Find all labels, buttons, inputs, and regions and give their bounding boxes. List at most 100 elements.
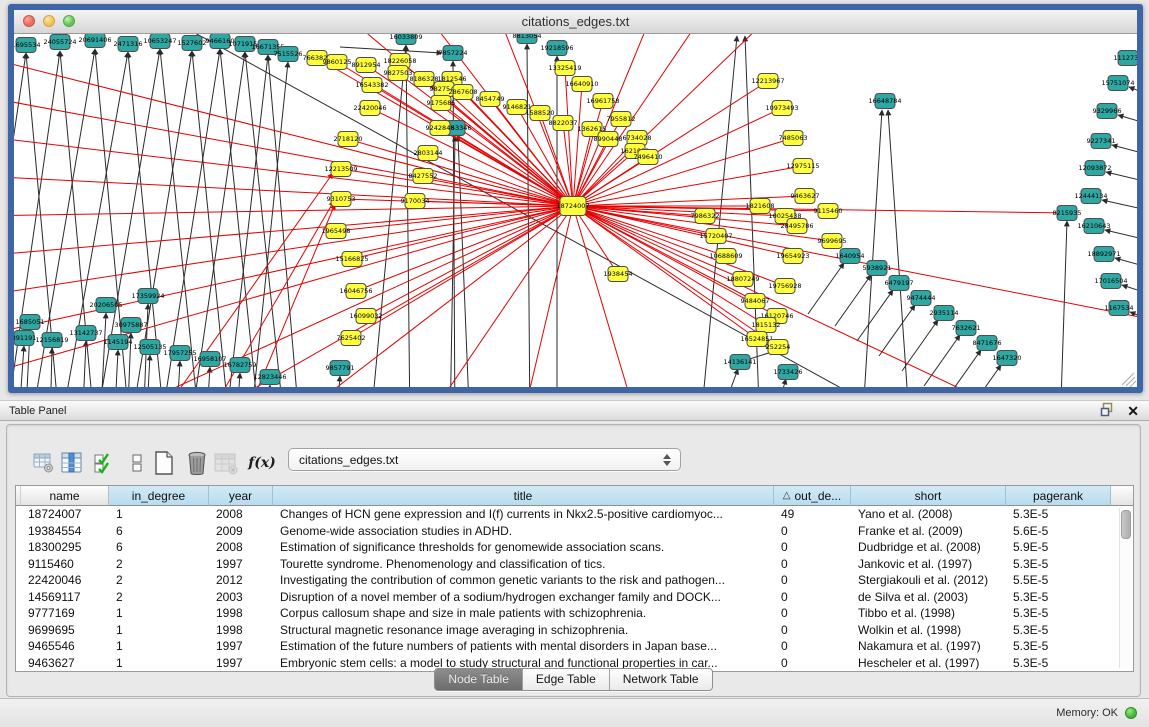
graph-node[interactable]: 8215935 bbox=[1053, 206, 1082, 221]
cell-in_degree[interactable]: 2 bbox=[108, 556, 208, 573]
graph-node[interactable]: 7485063 bbox=[779, 131, 808, 146]
graph-node[interactable]: 16640910 bbox=[565, 77, 598, 92]
graph-node[interactable]: 7632621 bbox=[952, 321, 981, 336]
graph-node[interactable]: 15166825 bbox=[335, 252, 368, 267]
cell-title[interactable]: Corpus callosum shape and size in male p… bbox=[272, 605, 773, 622]
function-builder-icon[interactable]: f(x) bbox=[249, 450, 275, 476]
cell-out_de[interactable]: 0 bbox=[773, 622, 850, 639]
graph-node[interactable]: 1647320 bbox=[993, 351, 1022, 366]
cell-short[interactable]: Nakamura et al. (1997) bbox=[850, 638, 1005, 655]
cell-name[interactable]: 19384554 bbox=[20, 523, 108, 540]
graph-node[interactable]: 8912954 bbox=[352, 58, 381, 73]
graph-node[interactable]: 12093872 bbox=[1078, 161, 1111, 176]
table-row[interactable]: 2242004622012Investigating the contribut… bbox=[16, 572, 1133, 589]
graph-node[interactable]: 7986322 bbox=[691, 209, 720, 224]
table-row[interactable]: 911546021997Tourette syndrome. Phenomeno… bbox=[16, 556, 1133, 573]
cell-out_de[interactable]: 0 bbox=[773, 572, 850, 589]
cell-year[interactable]: 2008 bbox=[208, 539, 272, 556]
graph-node[interactable]: 9170034 bbox=[401, 194, 430, 209]
cell-year[interactable]: 2003 bbox=[208, 589, 272, 606]
cell-year[interactable]: 2012 bbox=[208, 572, 272, 589]
zoom-window-button[interactable] bbox=[63, 15, 75, 27]
cell-out_de[interactable]: 0 bbox=[773, 556, 850, 573]
graph-node[interactable]: 20691406 bbox=[78, 34, 111, 48]
table-row[interactable]: 1456911722003Disruption of a novel membe… bbox=[16, 589, 1133, 606]
graph-node[interactable]: 18892971 bbox=[1087, 247, 1120, 262]
graph-node[interactable]: 9463627 bbox=[791, 189, 820, 204]
graph-node[interactable]: 1733426 bbox=[774, 365, 803, 380]
graph-node[interactable]: 12823446 bbox=[253, 370, 286, 385]
graph-node[interactable]: 8990448 bbox=[594, 132, 623, 147]
network-graph[interactable]: 1695534240557242069140624713161065324715… bbox=[14, 34, 1137, 387]
cell-year[interactable]: 1997 bbox=[208, 638, 272, 655]
graph-node[interactable]: 1527602 bbox=[178, 36, 207, 51]
column-header-pagerank[interactable]: pagerank bbox=[1006, 486, 1111, 506]
citation-nodes[interactable]: 1695534240557242069140624713161065324715… bbox=[14, 34, 1137, 385]
graph-node[interactable]: 2935114 bbox=[930, 306, 959, 321]
graph-node[interactable]: 13142737 bbox=[69, 326, 102, 341]
graph-node[interactable]: 9484067 bbox=[741, 294, 770, 309]
minimize-window-button[interactable] bbox=[43, 15, 55, 27]
graph-node[interactable]: 16046756 bbox=[339, 284, 372, 299]
cell-in_degree[interactable]: 2 bbox=[108, 572, 208, 589]
graph-node[interactable]: 14136141 bbox=[723, 355, 756, 370]
cell-short[interactable]: Jankovic et al. (1997) bbox=[850, 556, 1005, 573]
graph-node[interactable]: 12213509 bbox=[324, 162, 357, 177]
cell-out_de[interactable]: 0 bbox=[773, 523, 850, 540]
cell-year[interactable]: 1998 bbox=[208, 622, 272, 639]
graph-node[interactable]: 7955812 bbox=[607, 112, 636, 127]
graph-node[interactable]: 8813054 bbox=[513, 34, 542, 44]
cell-name[interactable]: 22420046 bbox=[20, 572, 108, 589]
table-options-icon[interactable] bbox=[31, 450, 57, 476]
graph-node[interactable]: 9699695 bbox=[818, 234, 847, 249]
cell-title[interactable]: Disruption of a novel member of a sodium… bbox=[272, 589, 773, 606]
cell-title[interactable]: Estimation of significance thresholds fo… bbox=[272, 539, 773, 556]
graph-node[interactable]: 16782759 bbox=[223, 358, 256, 373]
cell-in_degree[interactable]: 6 bbox=[108, 539, 208, 556]
cell-pagerank[interactable]: 5.9E-5 bbox=[1005, 539, 1110, 556]
graph-node[interactable]: 6479197 bbox=[885, 276, 914, 291]
cell-title[interactable]: Investigating the contribution of common… bbox=[272, 572, 773, 589]
graph-node[interactable]: 24055724 bbox=[43, 35, 76, 50]
graph-node[interactable]: 252254 bbox=[766, 340, 791, 355]
column-header-short[interactable]: short bbox=[851, 486, 1006, 506]
graph-node[interactable]: 18724007 bbox=[556, 197, 589, 216]
graph-node[interactable]: 7625402 bbox=[337, 331, 366, 346]
show-columns-icon[interactable] bbox=[59, 450, 85, 476]
graph-node[interactable]: 19218596 bbox=[540, 41, 573, 56]
cell-pagerank[interactable]: 5.5E-5 bbox=[1005, 572, 1110, 589]
cell-short[interactable]: Yano et al. (2008) bbox=[850, 506, 1005, 523]
graph-node[interactable]: 16099032 bbox=[349, 309, 382, 324]
graph-node[interactable]: 2471316 bbox=[114, 37, 143, 52]
cell-year[interactable]: 1998 bbox=[208, 605, 272, 622]
cell-title[interactable]: Changes of HCN gene expression and I(f) … bbox=[272, 506, 773, 523]
graph-node[interactable]: 7857224 bbox=[439, 46, 468, 61]
cell-in_degree[interactable]: 1 bbox=[108, 622, 208, 639]
graph-node[interactable]: 9329966 bbox=[1093, 104, 1122, 119]
graph-node[interactable]: 9115460 bbox=[814, 204, 843, 219]
graph-node[interactable]: 1145194 bbox=[104, 335, 133, 350]
cell-pagerank[interactable]: 5.3E-5 bbox=[1005, 638, 1110, 655]
close-window-button[interactable] bbox=[23, 15, 35, 27]
graph-node[interactable]: 1640954 bbox=[836, 249, 865, 264]
table-row[interactable]: 1872400712008Changes of HCN gene express… bbox=[16, 506, 1133, 523]
cell-in_degree[interactable]: 1 bbox=[108, 638, 208, 655]
cell-in_degree[interactable]: 1 bbox=[108, 605, 208, 622]
graph-node[interactable]: 9857791 bbox=[326, 361, 355, 376]
graph-node[interactable]: 9227341 bbox=[1087, 134, 1116, 149]
float-panel-icon[interactable] bbox=[1100, 402, 1115, 422]
graph-node[interactable]: 2867608 bbox=[449, 85, 478, 100]
table-selector-dropdown[interactable]: citations_edges.txt bbox=[288, 448, 681, 471]
graph-node[interactable]: 5938921 bbox=[863, 261, 892, 276]
graph-node[interactable]: 9860125 bbox=[323, 55, 352, 70]
graph-node[interactable]: 1685051 bbox=[16, 315, 45, 330]
cell-short[interactable]: de Silva et al. (2003) bbox=[850, 589, 1005, 606]
graph-node[interactable]: 10653247 bbox=[143, 34, 176, 49]
cell-in_degree[interactable]: 6 bbox=[108, 523, 208, 540]
cell-pagerank[interactable]: 5.3E-5 bbox=[1005, 589, 1110, 606]
cell-year[interactable]: 2008 bbox=[208, 506, 272, 523]
cell-name[interactable]: 18300295 bbox=[20, 539, 108, 556]
table-row[interactable]: 977716911998Corpus callosum shape and si… bbox=[16, 605, 1133, 622]
graph-node[interactable]: 16648784 bbox=[868, 94, 901, 109]
graph-node[interactable]: 12156819 bbox=[35, 333, 68, 348]
